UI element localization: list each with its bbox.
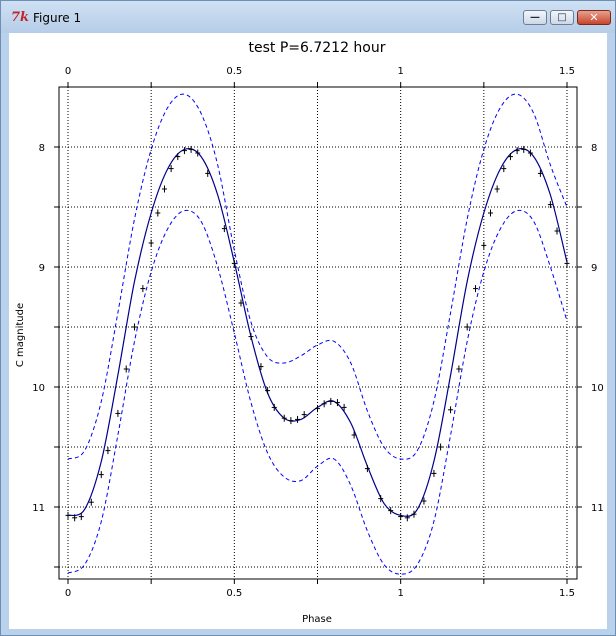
observation-point — [155, 209, 161, 217]
x-axis-label: Phase — [302, 614, 332, 625]
maximize-button[interactable]: □ — [550, 10, 574, 25]
observation-point — [140, 285, 146, 293]
observation-point — [464, 323, 470, 331]
observation-point — [105, 447, 111, 455]
observation-point — [521, 145, 527, 153]
x-tick-label-bottom: 0 — [65, 588, 71, 599]
close-button[interactable]: ✕ — [577, 10, 611, 25]
fit-curve — [67, 148, 568, 517]
chart-title: test P=6.7212 hour — [248, 40, 385, 56]
y-tick-label-left: 10 — [32, 383, 45, 394]
x-tick-label-top: 0 — [65, 66, 71, 77]
plot-canvas: test P=6.7212 hour 0 0 0.5 0.5 1 1 1.5 1.5 8 8 9 9 1… — [9, 33, 607, 629]
observation-point — [564, 259, 570, 267]
y-axis-label: C magnitude — [15, 303, 26, 367]
tk-feather-icon: 7k — [11, 10, 30, 25]
light-curve-chart: test P=6.7212 hour 000.50.5111.51.58 89 91… — [15, 40, 604, 625]
close-icon: ✕ — [589, 11, 599, 24]
observation-point — [65, 511, 71, 519]
observation-point — [181, 147, 187, 155]
observation-point — [115, 409, 121, 417]
window-title: Figure 1 — [33, 11, 82, 25]
observation-point — [481, 241, 487, 249]
y-tick-label-right: 11 — [591, 503, 604, 514]
x-tick-label-bottom: 1.5 — [559, 588, 575, 599]
observation-point — [98, 471, 104, 479]
minimize-button[interactable]: — — [523, 10, 547, 25]
observation-point — [321, 400, 327, 408]
observation-point — [123, 365, 129, 373]
observation-point — [487, 209, 493, 217]
y-tick-label-right: 10 — [591, 383, 604, 394]
observation-point — [507, 153, 513, 161]
observation-point — [248, 333, 254, 341]
observation-point — [514, 147, 520, 155]
y-tick-label-left: 11 — [32, 503, 45, 514]
y-tick-label-left: 8 — [39, 143, 45, 154]
minimize-icon: — — [530, 12, 540, 23]
observation-point — [148, 239, 154, 247]
x-tick-label-top: 1 — [397, 66, 403, 77]
observation-point — [132, 323, 138, 331]
y-tick-label-right: 8 — [591, 143, 597, 154]
x-tick-label-top: 0.5 — [226, 66, 242, 77]
maximize-icon: □ — [557, 12, 567, 23]
observation-point — [351, 431, 357, 439]
observation-point — [431, 469, 437, 477]
observation-point — [388, 507, 394, 515]
observation-point — [456, 365, 462, 373]
x-tick-label-top: 1.5 — [559, 66, 575, 77]
series-lines — [67, 93, 568, 575]
grid-lines — [59, 87, 577, 579]
x-tick-label-bottom: 1 — [397, 588, 403, 599]
observation-point — [175, 153, 181, 161]
figure-window: 7k Figure 1 — □ ✕ test P=6.7212 hour 0 0 0… — [0, 0, 616, 636]
y-tick-label-right: 9 — [591, 263, 597, 274]
observation-point — [438, 443, 444, 451]
observation-point — [404, 514, 410, 522]
observation-point — [281, 414, 287, 422]
observation-point — [473, 285, 479, 293]
observation-point — [328, 397, 334, 405]
observation-point — [188, 145, 194, 153]
observation-point — [288, 417, 294, 425]
observation-point — [161, 185, 167, 193]
observation-point — [448, 406, 454, 414]
observation-point — [398, 513, 404, 521]
y-tick-label-left: 9 — [39, 263, 45, 274]
observation-point — [295, 415, 301, 423]
x-tick-label-bottom: 0.5 — [226, 588, 242, 599]
title-bar[interactable]: 7k Figure 1 — □ ✕ — [1, 1, 615, 33]
observation-point — [494, 185, 500, 193]
